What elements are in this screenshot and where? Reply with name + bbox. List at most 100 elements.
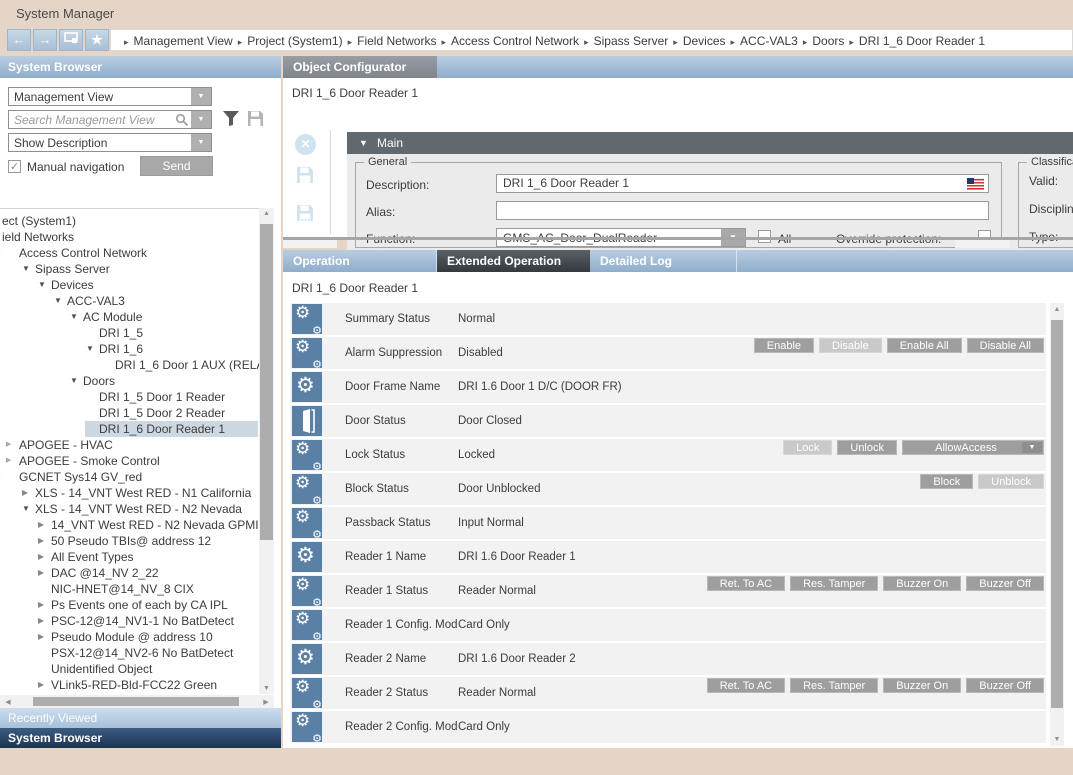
res-tamper-button[interactable]: Res. Tamper <box>790 678 878 693</box>
main-section-header[interactable]: ▼ Main <box>347 132 1073 154</box>
breadcrumb-item[interactable]: Project (System1) <box>247 34 342 48</box>
tree-item[interactable]: ield Networks <box>0 229 259 245</box>
collapse-arrow-icon[interactable]: ▼ <box>86 341 94 357</box>
buzzer-off-button[interactable]: Buzzer Off <box>966 576 1044 591</box>
alias-field[interactable] <box>496 201 989 220</box>
scrollbar-thumb[interactable] <box>283 240 337 248</box>
collapse-arrow-icon[interactable]: ▼ <box>0 245 2 261</box>
manual-navigation-checkbox[interactable]: ✓ <box>8 160 21 173</box>
tree-item[interactable]: ▶All Event Types <box>0 549 259 565</box>
breadcrumb-item[interactable]: Devices <box>683 34 726 48</box>
filter-icon[interactable] <box>222 110 240 127</box>
buzzer-on-button[interactable]: Buzzer On <box>883 576 961 591</box>
tree-item[interactable]: ▶Pseudo Module @ address 10 <box>0 629 259 645</box>
breadcrumb-item[interactable]: Sipass Server <box>594 34 669 48</box>
scroll-left-icon[interactable]: ◀ <box>2 698 14 706</box>
tab-detailed-log[interactable]: Detailed Log <box>590 250 737 272</box>
configurator-horizontal-scrollbar[interactable] <box>283 237 1073 248</box>
scrollbar-thumb[interactable] <box>1051 320 1063 708</box>
tree-item[interactable]: ▼Doors <box>0 373 259 389</box>
tree-item[interactable]: ▶14_VNT West RED - N2 Nevada GPMI <box>0 517 259 533</box>
expand-arrow-icon[interactable]: ▶ <box>6 437 11 453</box>
lock-button[interactable]: Lock <box>783 440 832 455</box>
tab-object-configurator[interactable]: Object Configurator <box>283 56 437 78</box>
ret-to-ac-button[interactable]: Ret. To AC <box>707 576 785 591</box>
collapse-arrow-icon[interactable]: ▼ <box>38 277 46 293</box>
collapse-arrow-icon[interactable]: ▼ <box>22 501 30 517</box>
tab-extended-operation[interactable]: Extended Operation <box>437 250 590 272</box>
collapse-arrow-icon[interactable]: ▼ <box>54 293 62 309</box>
description-select[interactable]: Show Description ▼ <box>8 133 212 152</box>
scroll-up-icon[interactable]: ▲ <box>1050 306 1064 313</box>
scroll-down-icon[interactable]: ▼ <box>1050 736 1064 743</box>
scroll-right-icon[interactable]: ▶ <box>260 698 272 706</box>
expand-arrow-icon[interactable]: ▶ <box>6 453 11 469</box>
expand-arrow-icon[interactable]: ▶ <box>38 565 44 581</box>
tree-item[interactable]: ▼Access Control Network <box>0 245 259 261</box>
forward-button[interactable]: → <box>33 29 57 51</box>
expand-arrow-icon[interactable]: ▶ <box>38 629 44 645</box>
breadcrumb-item[interactable]: Field Networks <box>357 34 436 48</box>
tree-item[interactable]: ▼AC Module <box>0 309 259 325</box>
tree-item[interactable]: ▶50 Pseudo TBIs@ address 12 <box>0 533 259 549</box>
save-icon[interactable] <box>296 166 314 184</box>
tree-item[interactable]: ect (System1) <box>0 213 259 229</box>
breadcrumb-item[interactable]: Management View <box>134 34 233 48</box>
tree-item[interactable]: DRI 1_6 Door Reader 1 <box>0 421 259 437</box>
breadcrumb-item[interactable]: Access Control Network <box>451 34 579 48</box>
save-as-icon[interactable] <box>296 204 314 222</box>
search-icon[interactable] <box>175 113 189 127</box>
tree-item[interactable]: ▼XLS - 14_VNT West RED - N2 Nevada <box>0 501 259 517</box>
unlock-button[interactable]: Unlock <box>837 440 897 455</box>
expand-arrow-icon[interactable]: ▶ <box>22 485 28 501</box>
enable-button[interactable]: Enable <box>754 338 814 353</box>
chevron-down-icon[interactable]: ▼ <box>191 111 211 128</box>
tree-item[interactable]: ▶DAC @14_NV 2_22 <box>0 565 259 581</box>
operation-vertical-scrollbar[interactable]: ▲ ▼ <box>1050 303 1064 746</box>
tree-item[interactable]: PSX-12@14_NV2-6 No BatDetect <box>0 645 259 661</box>
breadcrumb-item[interactable]: DRI 1_6 Door Reader 1 <box>859 34 985 48</box>
tree-item[interactable]: DRI 1_5 Door 2 Reader <box>0 405 259 421</box>
favorites-button[interactable]: ★ <box>85 29 109 51</box>
disable-all-button[interactable]: Disable All <box>967 338 1044 353</box>
history-button[interactable] <box>59 29 83 51</box>
description-field[interactable]: DRI 1_6 Door Reader 1 <box>496 174 989 193</box>
tree-item[interactable]: ▼Sipass Server <box>0 261 259 277</box>
view-select[interactable]: Management View ▼ <box>8 87 212 106</box>
tree-item[interactable]: ▼DRI 1_6 <box>0 341 259 357</box>
tree-item[interactable]: ▼ACC-VAL3 <box>0 293 259 309</box>
buzzer-on-button[interactable]: Buzzer On <box>883 678 961 693</box>
scrollbar-thumb[interactable] <box>260 224 273 540</box>
buzzer-off-button[interactable]: Buzzer Off <box>966 678 1044 693</box>
tree-item[interactable]: DRI 1_5 Door 1 Reader <box>0 389 259 405</box>
chevron-down-icon[interactable]: ▼ <box>191 134 211 151</box>
collapse-arrow-icon[interactable]: ▼ <box>359 132 368 154</box>
block-button[interactable]: Block <box>920 474 973 489</box>
scroll-down-icon[interactable]: ▼ <box>259 685 274 692</box>
breadcrumb-item[interactable]: ACC-VAL3 <box>740 34 798 48</box>
disable-button[interactable]: Disable <box>819 338 882 353</box>
enable-all-button[interactable]: Enable All <box>887 338 962 353</box>
tree-item[interactable]: ▼GCNET Sys14 GV_red <box>0 469 259 485</box>
expand-arrow-icon[interactable]: ▶ <box>38 613 44 629</box>
close-icon[interactable]: ✕ <box>295 134 316 155</box>
expand-arrow-icon[interactable]: ▶ <box>38 533 44 549</box>
allowaccess-button[interactable]: AllowAccess▼ <box>902 440 1044 455</box>
expand-arrow-icon[interactable]: ▶ <box>38 517 44 533</box>
collapse-arrow-icon[interactable]: ▼ <box>22 261 30 277</box>
collapse-arrow-icon[interactable]: ▼ <box>70 309 78 325</box>
expand-arrow-icon[interactable]: ▶ <box>38 597 44 613</box>
expand-arrow-icon[interactable]: ▶ <box>38 677 44 693</box>
scrollbar-thumb[interactable] <box>33 697 239 706</box>
back-button[interactable]: ← <box>7 29 31 51</box>
tree-horizontal-scrollbar[interactable]: ◀ ▶ <box>0 695 274 708</box>
tree-item[interactable]: DRI 1_6 Door 1 AUX (RELAY 2) <box>0 357 259 373</box>
system-browser-bottom-bar[interactable]: System Browser <box>0 728 281 748</box>
breadcrumb-item[interactable]: Doors <box>812 34 844 48</box>
scrollbar-thumb[interactable] <box>955 240 1010 248</box>
tree-item[interactable]: DRI 1_5 <box>0 325 259 341</box>
save-icon[interactable] <box>247 110 264 127</box>
tree-item[interactable]: Unidentified Object <box>0 661 259 677</box>
tree-item[interactable]: NIC-HNET@14_NV_8 CIX <box>0 581 259 597</box>
tree-item[interactable]: ▶PSC-12@14_NV1-1 No BatDetect <box>0 613 259 629</box>
